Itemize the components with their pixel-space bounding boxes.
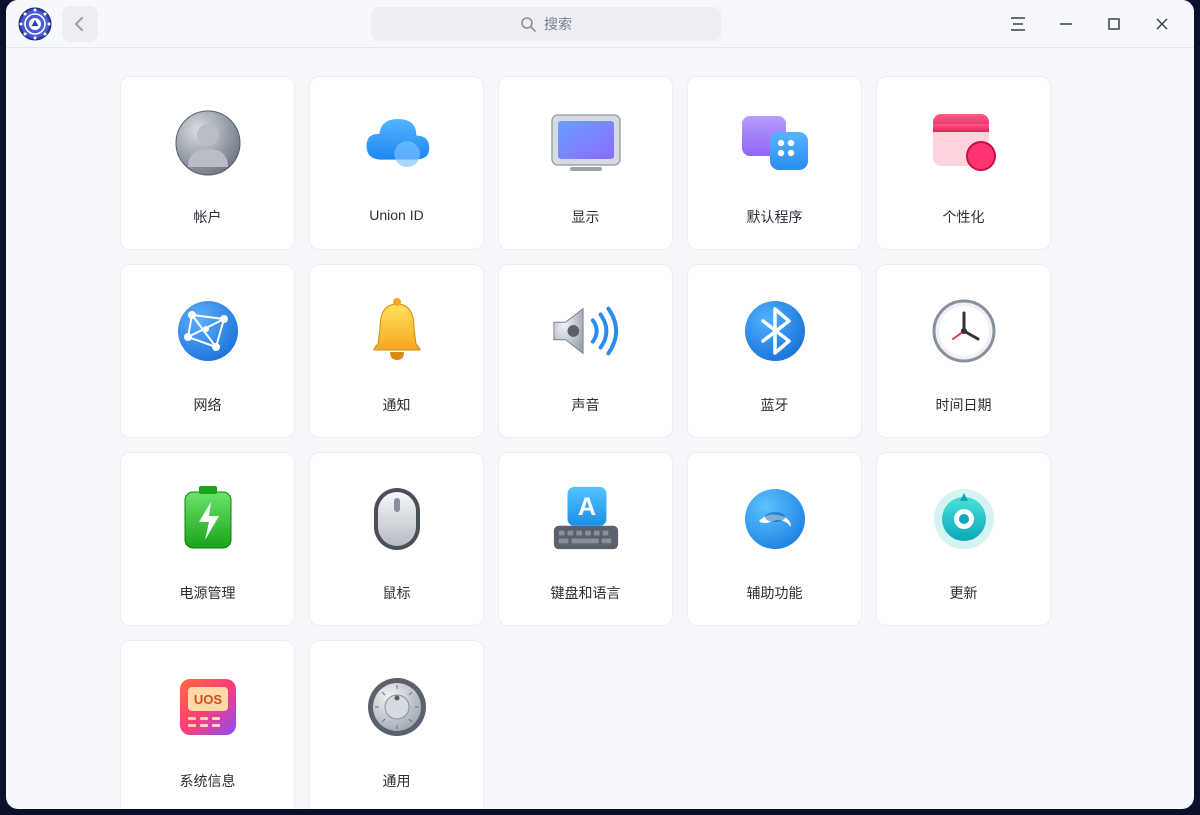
battery-icon — [172, 483, 244, 555]
card-update[interactable]: 更新 — [876, 452, 1051, 626]
bell-icon — [361, 295, 433, 367]
card-label: 声音 — [572, 395, 600, 415]
card-label: 网络 — [194, 395, 222, 415]
svg-text:UOS: UOS — [193, 692, 222, 707]
card-label: 蓝牙 — [761, 395, 789, 415]
card-label: 更新 — [950, 583, 978, 603]
card-label: 辅助功能 — [747, 583, 803, 603]
card-label: 系统信息 — [180, 771, 236, 791]
card-accounts[interactable]: 帐户 — [120, 76, 295, 250]
card-notification[interactable]: 通知 — [309, 264, 484, 438]
card-label: 时间日期 — [936, 395, 992, 415]
mouse-icon — [361, 483, 433, 555]
card-label: 通知 — [383, 395, 411, 415]
content-area: 帐户 Union ID — [6, 48, 1194, 809]
card-bluetooth[interactable]: 蓝牙 — [687, 264, 862, 438]
card-accessibility[interactable]: 辅助功能 — [687, 452, 862, 626]
svg-text:A: A — [577, 493, 595, 521]
search-icon — [520, 16, 536, 32]
card-label: 默认程序 — [747, 207, 803, 227]
minimize-button[interactable] — [1042, 0, 1090, 48]
card-datetime[interactable]: 时间日期 — [876, 264, 1051, 438]
card-label: 显示 — [572, 207, 600, 227]
keyboard-icon: A — [550, 483, 622, 555]
card-mouse[interactable]: 鼠标 — [309, 452, 484, 626]
titlebar: 搜索 — [6, 0, 1194, 48]
accounts-icon — [172, 107, 244, 179]
card-network[interactable]: 网络 — [120, 264, 295, 438]
personalization-icon — [928, 107, 1000, 179]
menu-button[interactable] — [994, 0, 1042, 48]
card-label: 帐户 — [194, 207, 222, 227]
network-icon — [172, 295, 244, 367]
accessibility-icon — [739, 483, 811, 555]
close-button[interactable] — [1138, 0, 1186, 48]
card-display[interactable]: 显示 — [498, 76, 673, 250]
cloud-icon — [361, 107, 433, 179]
display-icon — [550, 107, 622, 179]
card-label: 鼠标 — [383, 583, 411, 603]
card-general[interactable]: 通用 — [309, 640, 484, 809]
clock-icon — [928, 295, 1000, 367]
settings-grid: 帐户 Union ID — [30, 76, 1170, 809]
app-logo-icon — [18, 7, 52, 41]
card-label: 通用 — [383, 771, 411, 791]
dial-icon — [361, 671, 433, 743]
bluetooth-icon — [739, 295, 811, 367]
search-input[interactable]: 搜索 — [371, 7, 721, 41]
card-default-apps[interactable]: 默认程序 — [687, 76, 862, 250]
update-icon — [928, 483, 1000, 555]
card-power[interactable]: 电源管理 — [120, 452, 295, 626]
card-personalization[interactable]: 个性化 — [876, 76, 1051, 250]
back-button[interactable] — [62, 6, 98, 42]
default-apps-icon — [739, 107, 811, 179]
card-label: 键盘和语言 — [551, 583, 621, 603]
systeminfo-icon: UOS — [172, 671, 244, 743]
card-label: 个性化 — [943, 207, 985, 227]
card-label: Union ID — [369, 207, 423, 223]
card-keyboard-lang[interactable]: A 键盘和语言 — [498, 452, 673, 626]
card-sound[interactable]: 声音 — [498, 264, 673, 438]
card-label: 电源管理 — [180, 583, 236, 603]
maximize-button[interactable] — [1090, 0, 1138, 48]
window-controls — [994, 0, 1186, 48]
search-placeholder: 搜索 — [544, 14, 572, 34]
card-systeminfo[interactable]: UOS 系统信息 — [120, 640, 295, 809]
sound-icon — [550, 295, 622, 367]
settings-window: 搜索 — [6, 0, 1194, 809]
card-union-id[interactable]: Union ID — [309, 76, 484, 250]
